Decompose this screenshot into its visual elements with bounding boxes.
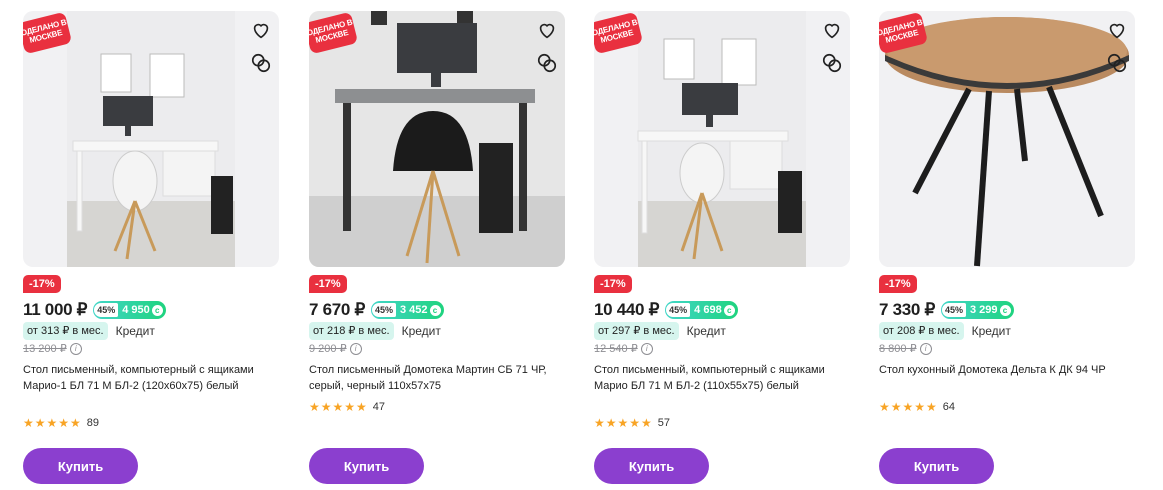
price-row: 7 670 ₽ 45% 3 452 c	[309, 299, 444, 321]
info-icon[interactable]: i	[919, 342, 932, 355]
bonus-coin-icon: c	[429, 304, 441, 316]
bonus-amount: 3 299	[970, 304, 998, 316]
price: 7 670 ₽	[309, 300, 365, 319]
bonus-badge: 45% 4 950 c	[93, 301, 166, 319]
star-icon: ★★★★★	[879, 400, 938, 414]
heart-icon[interactable]	[536, 19, 558, 41]
buy-button[interactable]: Купить	[309, 448, 424, 484]
credit-row: от 208 ₽ в мес. Кредит	[879, 322, 1011, 340]
bonus-coin-icon: c	[999, 304, 1011, 316]
credit-label: Кредит	[971, 324, 1011, 338]
discount-badge: -17%	[23, 275, 61, 293]
review-count: 89	[86, 417, 100, 429]
product-title[interactable]: Стол письменный, компьютерный с ящиками …	[594, 362, 839, 394]
product-image[interactable]: ОДЕЛАНО В МОСКВЕ	[879, 11, 1135, 267]
product-image[interactable]: ОДЕЛАНО В МОСКВЕ	[594, 11, 850, 267]
rating: ★★★★★ 64	[879, 400, 955, 414]
product-title[interactable]: Стол кухонный Домотека Дельта К ДК 94 ЧР	[879, 362, 1124, 378]
product-card[interactable]: ОДЕЛАНО В МОСКВЕ -17% 7 330 ₽ 45% 3 299 …	[879, 11, 1135, 486]
star-icon: ★★★★★	[309, 400, 368, 414]
product-image[interactable]: ОДЕЛАНО В МОСКВЕ	[309, 11, 565, 267]
bonus-percent: 45%	[94, 303, 119, 317]
old-price: 8 800 ₽	[879, 343, 917, 355]
product-card[interactable]: ОДЕЛАНО В МОСКВЕ -17% 11 000 ₽ 45% 4 950…	[23, 11, 279, 486]
monthly-payment[interactable]: от 297 ₽ в мес.	[594, 322, 679, 340]
bonus-percent: 45%	[666, 303, 691, 317]
price: 7 330 ₽	[879, 300, 935, 319]
info-icon[interactable]: i	[349, 342, 362, 355]
bonus-badge: 45% 4 698 c	[665, 301, 738, 319]
credit-row: от 297 ₽ в мес. Кредит	[594, 322, 726, 340]
old-price: 9 200 ₽	[309, 343, 347, 355]
rating: ★★★★★ 89	[23, 416, 99, 430]
rating: ★★★★★ 47	[309, 400, 385, 414]
compare-icon[interactable]	[1106, 52, 1128, 74]
price-row: 10 440 ₽ 45% 4 698 c	[594, 299, 738, 321]
compare-icon[interactable]	[821, 52, 843, 74]
discount-badge: -17%	[309, 275, 347, 293]
old-price-row: 8 800 ₽ i	[879, 342, 932, 355]
compare-icon[interactable]	[250, 52, 272, 74]
info-icon[interactable]: i	[69, 342, 82, 355]
old-price: 13 200 ₽	[23, 343, 67, 355]
old-price-row: 13 200 ₽ i	[23, 342, 82, 355]
credit-label: Кредит	[686, 324, 726, 338]
monthly-payment[interactable]: от 313 ₽ в мес.	[23, 322, 108, 340]
heart-icon[interactable]	[250, 19, 272, 41]
price: 11 000 ₽	[23, 300, 88, 319]
rating: ★★★★★ 57	[594, 416, 670, 430]
bonus-percent: 45%	[371, 303, 396, 317]
discount-badge: -17%	[879, 275, 917, 293]
product-title[interactable]: Стол письменный, компьютерный с ящиками …	[23, 362, 268, 394]
bonus-amount: 4 950	[122, 304, 150, 316]
buy-button[interactable]: Купить	[23, 448, 138, 484]
old-price-row: 9 200 ₽ i	[309, 342, 362, 355]
product-card[interactable]: ОДЕЛАНО В МОСКВЕ -17% 10 440 ₽ 45% 4 698…	[594, 11, 850, 486]
bonus-amount: 4 698	[694, 304, 722, 316]
credit-label: Кредит	[115, 324, 155, 338]
star-icon: ★★★★★	[594, 416, 653, 430]
buy-button[interactable]: Купить	[594, 448, 709, 484]
monthly-payment[interactable]: от 208 ₽ в мес.	[879, 322, 964, 340]
heart-icon[interactable]	[1106, 19, 1128, 41]
bonus-amount: 3 452	[400, 304, 428, 316]
heart-icon[interactable]	[821, 19, 843, 41]
credit-row: от 313 ₽ в мес. Кредит	[23, 322, 155, 340]
old-price-row: 12 540 ₽ i	[594, 342, 653, 355]
old-price: 12 540 ₽	[594, 343, 638, 355]
bonus-badge: 45% 3 299 c	[940, 301, 1014, 319]
bonus-percent: 45%	[941, 303, 966, 317]
product-image[interactable]: ОДЕЛАНО В МОСКВЕ	[23, 11, 279, 267]
price-row: 7 330 ₽ 45% 3 299 c	[879, 299, 1014, 321]
buy-button[interactable]: Купить	[879, 448, 994, 484]
product-title[interactable]: Стол письменный Домотека Мартин СБ 71 ЧР…	[309, 362, 554, 394]
bonus-coin-icon: c	[723, 304, 735, 316]
price: 10 440 ₽	[594, 300, 660, 319]
info-icon[interactable]: i	[640, 342, 653, 355]
price-row: 11 000 ₽ 45% 4 950 c	[23, 299, 166, 321]
credit-label: Кредит	[401, 324, 441, 338]
review-count: 57	[657, 417, 671, 429]
star-icon: ★★★★★	[23, 416, 82, 430]
compare-icon[interactable]	[536, 52, 558, 74]
product-card[interactable]: ОДЕЛАНО В МОСКВЕ -17% 7 670 ₽ 45% 3 452 …	[309, 11, 565, 486]
monthly-payment[interactable]: от 218 ₽ в мес.	[309, 322, 394, 340]
credit-row: от 218 ₽ в мес. Кредит	[309, 322, 441, 340]
discount-badge: -17%	[594, 275, 632, 293]
bonus-badge: 45% 3 452 c	[370, 301, 444, 319]
review-count: 47	[372, 401, 386, 413]
review-count: 64	[942, 401, 956, 413]
bonus-coin-icon: c	[151, 304, 163, 316]
